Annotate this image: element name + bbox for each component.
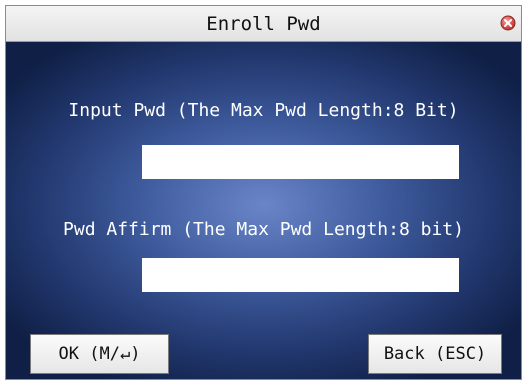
back-button[interactable]: Back (ESC) <box>368 334 502 374</box>
close-circle-icon <box>500 15 516 31</box>
title-bar: Enroll Pwd <box>6 6 521 42</box>
dialog-title: Enroll Pwd <box>206 13 321 35</box>
dialog-body: Input Pwd (The Max Pwd Length:8 Bit) Pwd… <box>6 42 521 379</box>
input-pwd-label: Input Pwd (The Max Pwd Length:8 Bit) <box>68 100 459 121</box>
screen: Enroll Pwd Input Pwd (The Max Pwd Length… <box>0 0 529 385</box>
close-icon[interactable] <box>500 15 516 31</box>
input-pwd-field[interactable] <box>142 145 459 179</box>
pwd-affirm-label: Pwd Affirm (The Max Pwd Length:8 bit) <box>63 219 464 240</box>
pwd-affirm-field[interactable] <box>142 258 459 292</box>
enroll-pwd-dialog: Enroll Pwd Input Pwd (The Max Pwd Length… <box>5 5 522 380</box>
ok-button[interactable]: OK (M/↵) <box>30 334 169 374</box>
